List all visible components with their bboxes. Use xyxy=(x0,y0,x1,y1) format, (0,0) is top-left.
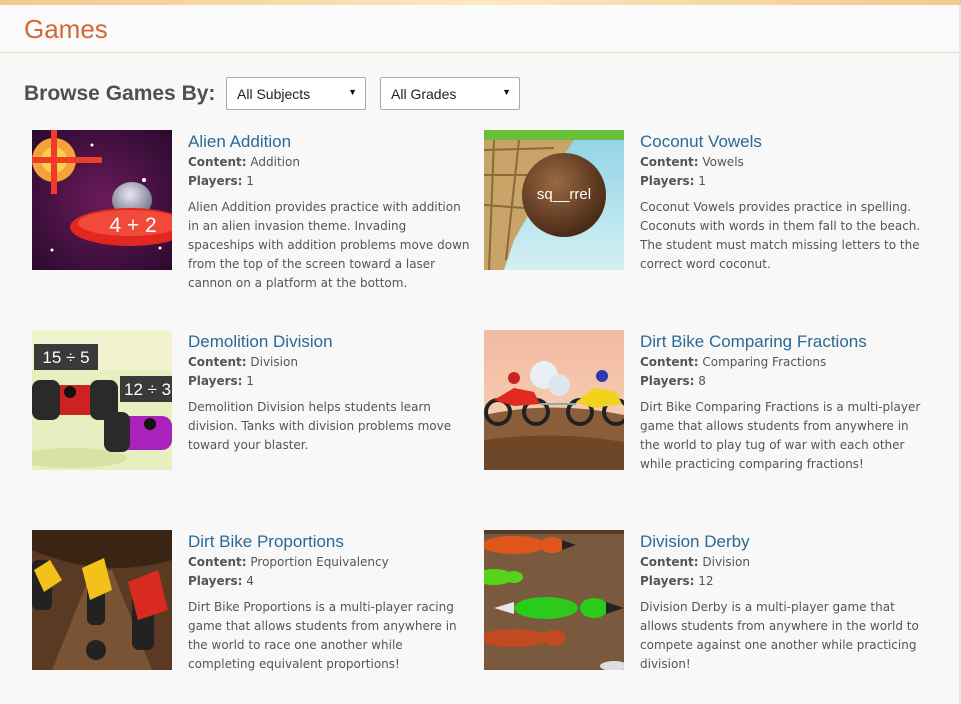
game-content: Content: Division xyxy=(188,355,298,369)
game-content: Content: Proportion Equivalency xyxy=(188,555,389,569)
game-thumbnail-demolition-division[interactable]: 15 ÷ 5 12 ÷ 3 xyxy=(32,330,172,470)
subject-select[interactable]: All Subjects ▼ xyxy=(226,77,366,110)
game-title-link[interactable]: Dirt Bike Proportions xyxy=(188,532,472,552)
game-description: Dirt Bike Proportions is a multi-player … xyxy=(188,600,457,671)
game-title-link[interactable]: Coconut Vowels xyxy=(640,132,924,152)
game-title-link[interactable]: Division Derby xyxy=(640,532,924,552)
games-page: Games Browse Games By: All Subjects ▼ Al… xyxy=(0,5,961,704)
game-description: Alien Addition provides practice with ad… xyxy=(188,200,470,290)
game-thumbnail-dirt-bike-proportions[interactable] xyxy=(32,530,172,670)
game-thumbnail-division-derby[interactable] xyxy=(484,530,624,670)
tank-thumb-problem-2: 12 ÷ 3 xyxy=(124,380,172,399)
game-players: Players: 4 xyxy=(188,574,254,588)
game-content: Content: Comparing Fractions xyxy=(640,355,827,369)
game-players: Players: 1 xyxy=(640,174,706,188)
game-content: Content: Vowels xyxy=(640,155,744,169)
dirt-bike-icon xyxy=(484,330,624,470)
game-content: Content: Addition xyxy=(188,155,300,169)
page-header: Games xyxy=(0,5,959,53)
game-card-demolition-division: 15 ÷ 5 12 ÷ 3 Demolition Division Conten… xyxy=(32,330,472,500)
grade-select-value: All Grades xyxy=(391,86,457,102)
game-title-link[interactable]: Demolition Division xyxy=(188,332,472,352)
alien-thumb-problem: 4 + 2 xyxy=(109,214,157,237)
race-horse-icon xyxy=(484,530,624,670)
game-description: Dirt Bike Comparing Fractions is a multi… xyxy=(640,400,921,471)
game-description: Coconut Vowels provides practice in spel… xyxy=(640,200,921,271)
game-card-alien-addition: 4 + 2 Alien Addition Content: Addition P… xyxy=(32,130,472,300)
game-thumbnail-coconut-vowels[interactable]: sq__rrel xyxy=(484,130,624,270)
game-thumbnail-alien-addition[interactable]: 4 + 2 xyxy=(32,130,172,270)
dropdown-arrow-icon: ▼ xyxy=(502,87,511,97)
page-title: Games xyxy=(24,14,108,44)
browse-label: Browse Games By: xyxy=(24,82,216,105)
game-players: Players: 8 xyxy=(640,374,706,388)
game-players: Players: 1 xyxy=(188,174,254,188)
tank-thumb-problem-1: 15 ÷ 5 xyxy=(42,348,90,367)
coconut-thumb-word: sq__rrel xyxy=(536,186,592,203)
game-card-coconut-vowels: sq__rrel Coconut Vowels Content: Vowels … xyxy=(484,130,924,300)
racing-bike-icon xyxy=(32,530,172,670)
game-thumbnail-dirt-bike-comparing-fractions[interactable] xyxy=(484,330,624,470)
dropdown-arrow-icon: ▼ xyxy=(348,87,357,97)
game-players: Players: 1 xyxy=(188,374,254,388)
game-description: Demolition Division helps students learn… xyxy=(188,400,452,452)
game-title-link[interactable]: Dirt Bike Comparing Fractions xyxy=(640,332,924,352)
game-players: Players: 12 xyxy=(640,574,714,588)
game-card-dirt-bike-comparing-fractions: Dirt Bike Comparing Fractions Content: C… xyxy=(484,330,924,500)
subject-select-value: All Subjects xyxy=(237,86,311,102)
game-card-dirt-bike-proportions: Dirt Bike Proportions Content: Proportio… xyxy=(32,530,472,700)
game-title-link[interactable]: Alien Addition xyxy=(188,132,472,152)
game-description: Division Derby is a multi-player game th… xyxy=(640,600,919,671)
game-content: Content: Division xyxy=(640,555,750,569)
alien-spaceship-icon xyxy=(32,130,172,270)
grade-select[interactable]: All Grades ▼ xyxy=(380,77,520,110)
game-card-division-derby: Division Derby Content: Division Players… xyxy=(484,530,924,700)
